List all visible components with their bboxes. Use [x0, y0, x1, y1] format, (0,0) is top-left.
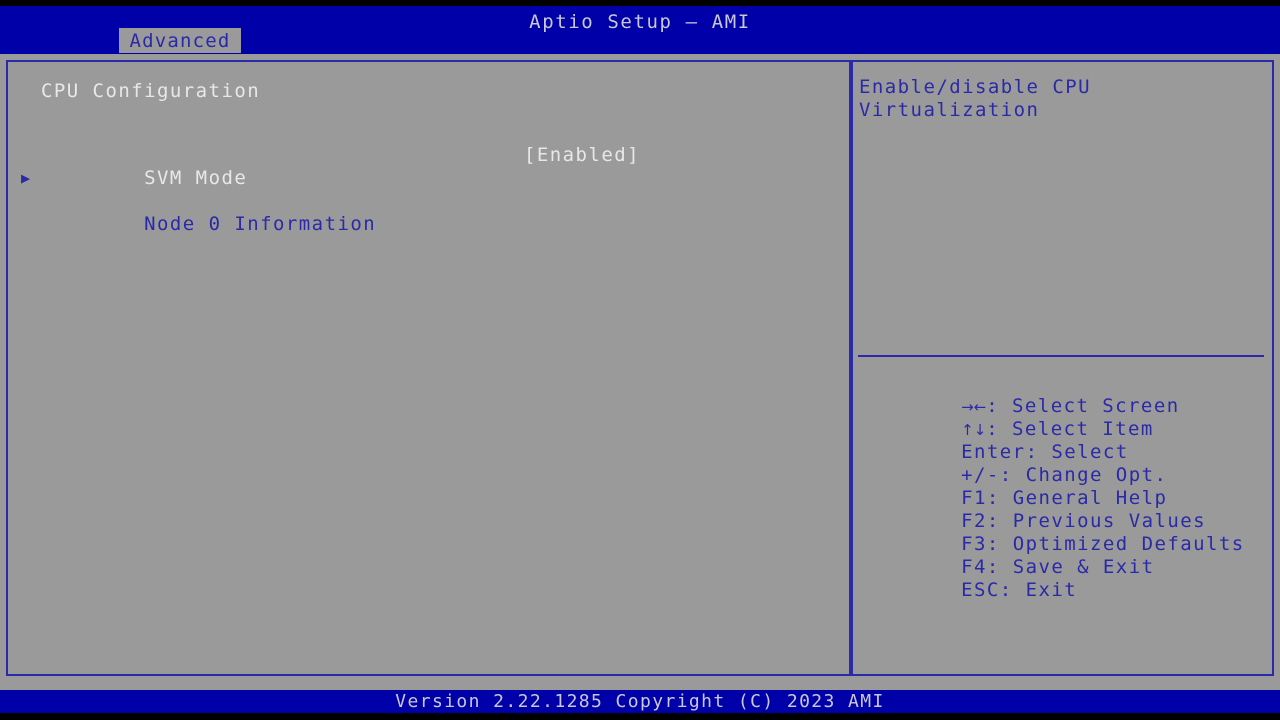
key-legend-action-esc: Exit: [1025, 579, 1078, 601]
key-legend-action-f1: General Help: [1012, 487, 1168, 509]
setting-row-node-0-information[interactable]: ▶ Node 0 Information: [21, 167, 841, 235]
key-legend-separator: :: [986, 556, 1013, 578]
help-panel: Enable/disable CPU Virtualization →←: Se…: [851, 60, 1274, 676]
key-legend-key-f2: F2: [961, 510, 987, 532]
key-legend-key-plus-minus: +/-: [961, 464, 1000, 486]
key-legend-key-f1: F1: [961, 487, 987, 509]
key-legend-separator: :: [999, 464, 1026, 486]
submenu-arrow-icon: ▶: [21, 169, 32, 187]
key-legend: →←: Select Screen ↑↓: Select Item Enter:…: [858, 372, 1266, 601]
key-legend-separator: :: [999, 579, 1026, 601]
bios-setup-screen: Aptio Setup – AMI Advanced CPU Configura…: [0, 0, 1280, 720]
status-bar: Version 2.22.1285 Copyright (C) 2023 AMI: [0, 690, 1280, 713]
key-legend-key-enter: Enter: [961, 441, 1026, 463]
key-legend-key-esc: ESC: [961, 579, 1000, 601]
key-legend-separator: :: [986, 418, 1013, 440]
tab-advanced[interactable]: Advanced: [119, 28, 241, 53]
key-legend-action-select-item: Select Item: [1012, 418, 1154, 440]
settings-panel: CPU Configuration SVM Mode [Enabled] ▶ N…: [6, 60, 851, 676]
tab-advanced-label: Advanced: [129, 29, 231, 52]
key-legend-action-f2: Previous Values: [1012, 510, 1207, 532]
section-title: CPU Configuration: [41, 80, 261, 102]
help-text: Enable/disable CPU Virtualization: [859, 76, 1092, 121]
settings-list: CPU Configuration SVM Mode [Enabled] ▶ N…: [21, 76, 841, 235]
key-legend-separator: :: [986, 510, 1013, 532]
key-legend-separator: :: [986, 395, 1013, 417]
key-legend-action-change-opt: Change Opt.: [1025, 464, 1168, 486]
key-legend-key-f3: F3: [961, 533, 987, 555]
version-text: Version 2.22.1285 Copyright (C) 2023 AMI: [395, 691, 885, 712]
key-legend-action-select-screen: Select Screen: [1012, 395, 1180, 417]
key-legend-separator: :: [1025, 441, 1052, 463]
left-right-arrow-icon: →←: [961, 398, 987, 416]
up-down-arrow-icon: ↑↓: [961, 421, 987, 439]
setting-row-svm-mode[interactable]: SVM Mode [Enabled]: [41, 144, 841, 189]
key-legend-item-select-screen: →←: Select Screen: [858, 372, 1266, 417]
key-legend-separator: :: [986, 487, 1013, 509]
key-legend-action-enter: Select: [1051, 441, 1129, 463]
key-legend-action-f3: Optimized Defaults: [1012, 533, 1245, 555]
setting-label-node-0-information: Node 0 Information: [144, 213, 377, 235]
setting-value-svm-mode[interactable]: [Enabled]: [524, 144, 640, 167]
key-legend-key-f4: F4: [961, 556, 987, 578]
key-legend-action-f4: Save & Exit: [1012, 556, 1155, 578]
help-panel-divider: [858, 355, 1264, 357]
key-legend-separator: :: [986, 533, 1013, 555]
